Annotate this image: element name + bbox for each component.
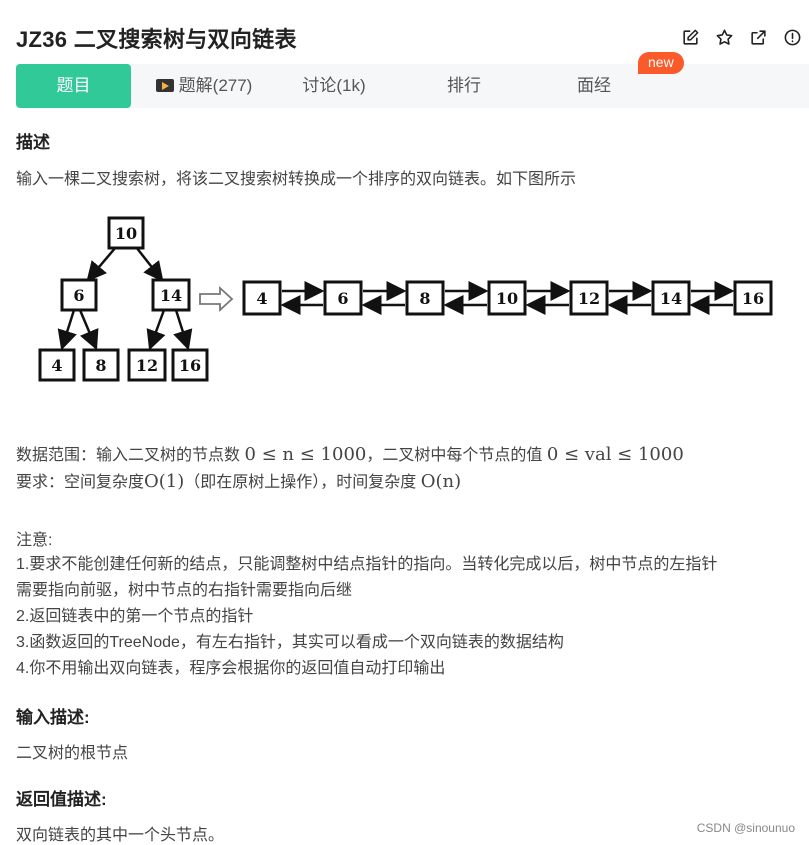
time-complexity: O(n) (420, 471, 462, 492)
tab-discussion-label: 讨论(1k) (302, 76, 366, 95)
note-item: 3.函数返回的TreeNode，有左右指针，其实可以看成一个双向链表的数据结构 (16, 634, 564, 651)
share-icon[interactable] (747, 26, 769, 48)
description-heading: 描述 (16, 133, 50, 152)
tree-node-left: 6 (73, 286, 84, 305)
star-icon[interactable] (713, 26, 735, 48)
output-desc-text: 双向链表的其中一个头节点。 (16, 827, 225, 844)
tree-node-root: 10 (115, 224, 137, 243)
tab-solutions[interactable]: 题解(277) (144, 64, 264, 108)
notes-list: 1.要求不能创建任何新的结点，只能调整树中结点指针的指向。当转化完成以后，树中节… (16, 552, 717, 682)
list-node-6: 14 (660, 289, 682, 308)
problem-title: JZ36 二叉搜索树与双向链表 (16, 27, 297, 52)
tab-problem-label: 题目 (56, 76, 91, 95)
tab-solutions-label: 题解(277) (178, 76, 253, 95)
tab-discussion[interactable]: 讨论(1k) (284, 64, 384, 108)
data-range-prefix: 数据范围：输入二叉树的节点数 (16, 447, 245, 464)
tab-interview[interactable]: 面经 (544, 64, 644, 108)
output-desc-heading: 返回值描述: (16, 790, 107, 809)
list-node-1: 4 (256, 289, 267, 308)
problem-header: JZ36 二叉搜索树与双向链表 (0, 0, 809, 64)
list-node-7: 16 (742, 289, 764, 308)
transform-arrow-icon (199, 285, 234, 313)
edit-icon[interactable] (679, 26, 701, 48)
tree-leaf-2: 8 (95, 356, 106, 375)
list-node-5: 12 (578, 289, 600, 308)
input-desc-text: 二叉树的根节点 (16, 745, 129, 762)
header-actions (679, 26, 803, 48)
video-icon (155, 79, 174, 92)
space-complexity: O(1) (144, 471, 185, 492)
data-range-values: 0 ≤ val ≤ 1000 (546, 444, 684, 465)
list-node-4: 10 (496, 289, 518, 308)
data-range: 数据范围：输入二叉树的节点数 0 ≤ n ≤ 1000，二叉树中每个节点的值 0… (16, 441, 684, 465)
note-item: 需要指向前驱，树中节点的右指针需要指向后继 (16, 582, 353, 599)
input-desc-heading: 输入描述: (16, 708, 90, 727)
tab-ranking[interactable]: 排行 (414, 64, 514, 108)
tab-ranking-label: 排行 (447, 76, 481, 95)
note-title: 注意: (16, 532, 53, 549)
list-node-3: 8 (419, 289, 430, 308)
req-mid: （即在原树上操作），时间复杂度 (184, 474, 421, 491)
data-range-mid: ，二叉树中每个节点的值 (366, 447, 547, 464)
complexity-requirement: 要求：空间复杂度O(1)（即在原树上操作），时间复杂度 O(n) (16, 468, 461, 492)
list-node-2: 6 (337, 289, 348, 308)
tab-interview-label: 面经 (577, 76, 611, 95)
req-prefix: 要求：空间复杂度 (16, 474, 145, 491)
tree-leaf-3: 12 (136, 356, 158, 375)
tree-node-right: 14 (160, 286, 182, 305)
tree-leaf-1: 4 (51, 356, 62, 375)
note-item: 2.返回链表中的第一个节点的指针 (16, 608, 254, 625)
note-item: 1.要求不能创建任何新的结点，只能调整树中结点指针的指向。当转化完成以后，树中节… (16, 556, 718, 573)
watermark: CSDN @sinounuo (696, 821, 795, 835)
tree-to-list-diagram: 10 6 14 4 8 12 16 4 6 8 10 12 14 16 (38, 216, 773, 382)
tree-leaf-4: 16 (179, 356, 201, 375)
tab-bar: 题目 题解(277) 讨论(1k) 排行 面经 (16, 64, 809, 108)
new-badge: new (638, 52, 684, 74)
note-item: 4.你不用输出双向链表，程序会根据你的返回值自动打印输出 (16, 660, 446, 677)
tab-problem[interactable]: 题目 (16, 64, 131, 108)
data-range-nodes: 0 ≤ n ≤ 1000 (244, 444, 367, 465)
description-intro: 输入一棵二叉搜索树，将该二叉搜索树转换成一个排序的双向链表。如下图所示 (16, 171, 577, 188)
report-icon[interactable] (781, 26, 803, 48)
